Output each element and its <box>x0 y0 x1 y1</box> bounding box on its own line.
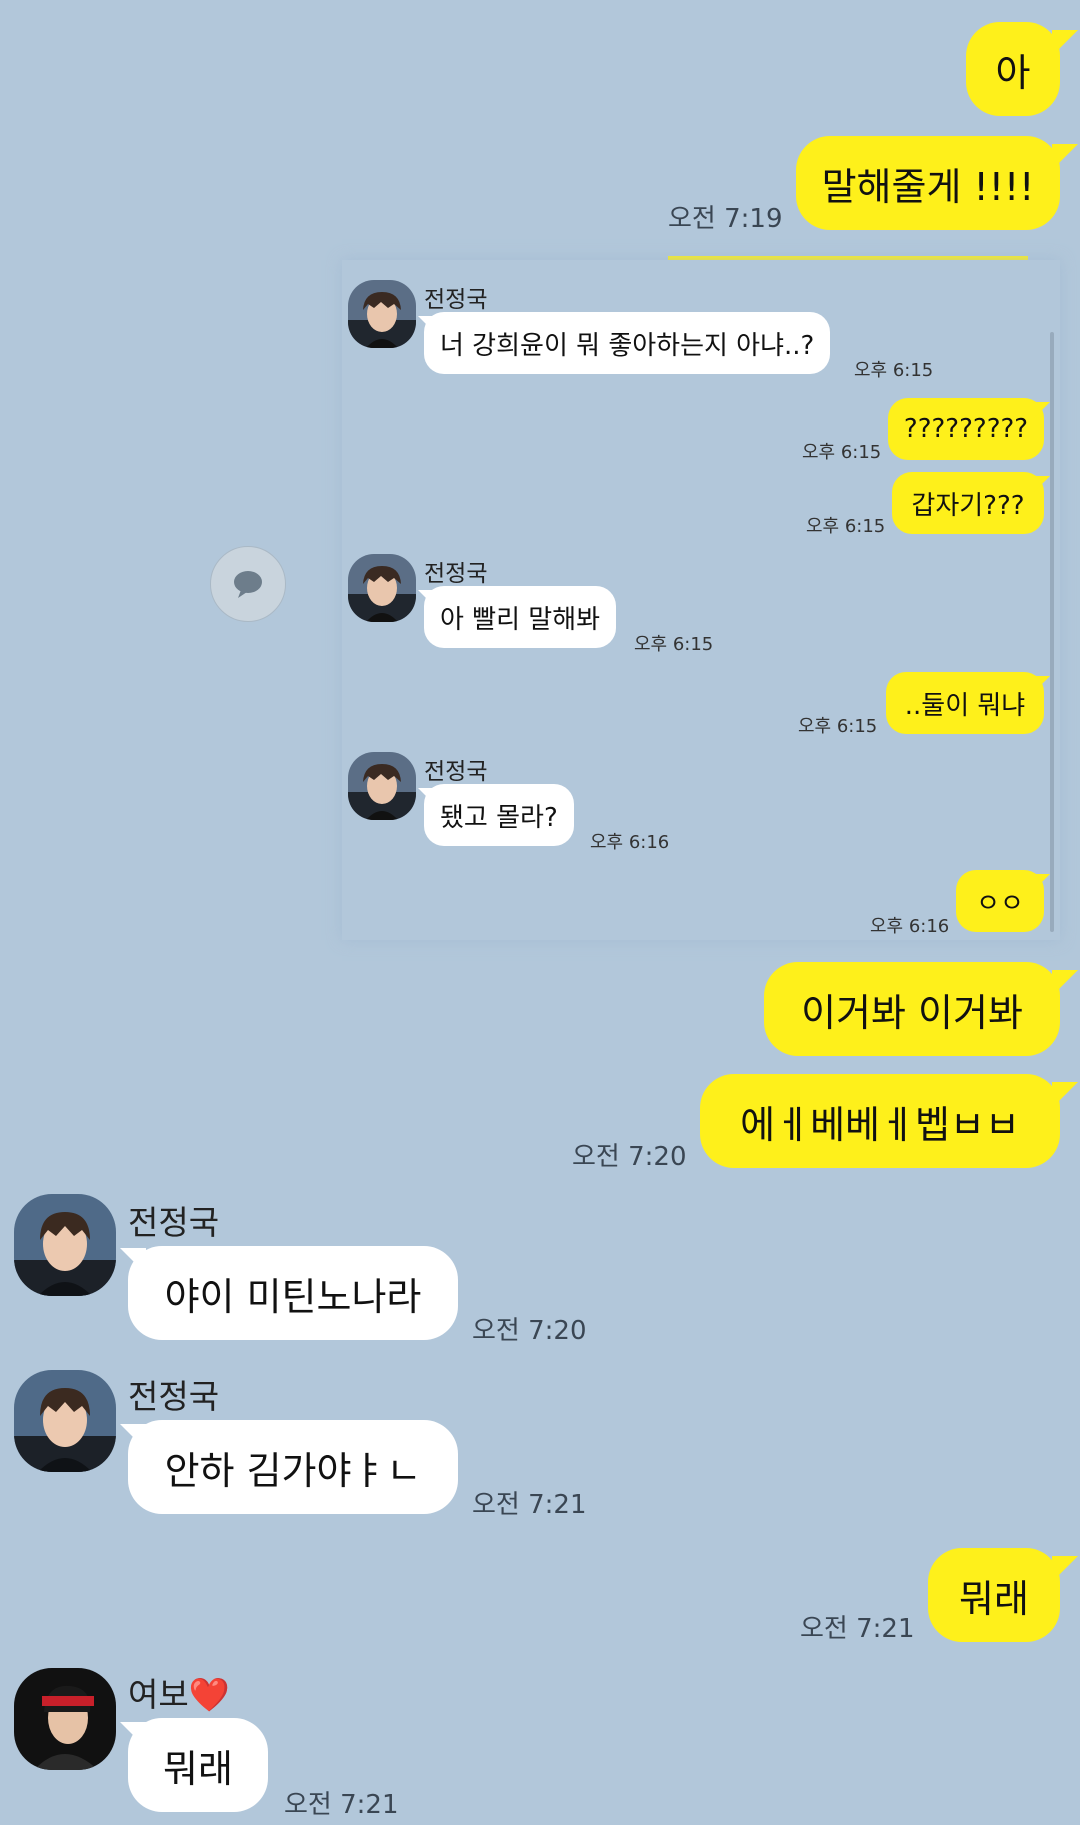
sender-name: 전정국 <box>424 759 488 785</box>
their-message-bubble[interactable]: 야이 미틴노나라 <box>128 1246 458 1340</box>
bubble-tail <box>1052 1556 1078 1582</box>
my-message-bubble[interactable]: ..둘이 뭐냐 <box>886 672 1044 734</box>
message-timestamp: 오후 6:16 <box>590 832 670 853</box>
sender-name: 전정국 <box>424 561 488 587</box>
message-text: 에ㅔ베베ㅔ벱ㅂㅂ <box>740 1102 1020 1147</box>
message-timestamp: 오전 7:20 <box>472 1316 587 1346</box>
my-message-bubble[interactable]: 뭐래 <box>928 1548 1060 1642</box>
sender-name: 전정국 <box>128 1203 220 1242</box>
avatar[interactable] <box>348 280 416 348</box>
speech-bubble-icon <box>234 571 262 598</box>
message-timestamp: 오후 6:15 <box>806 516 886 537</box>
my-message-bubble[interactable]: 말해줄게 !!!! <box>796 136 1060 230</box>
message-timestamp: 오후 6:15 <box>798 716 878 737</box>
message-text: 말해줄게 !!!! <box>821 164 1035 209</box>
message-text: ????????? <box>903 414 1029 444</box>
message-text: 갑자기??? <box>911 490 1025 521</box>
message-timestamp: 오전 7:21 <box>800 1614 915 1644</box>
avatar[interactable] <box>14 1370 116 1472</box>
bubble-tail <box>1034 476 1050 492</box>
bubble-tail <box>1052 144 1078 170</box>
embedded-chat-screenshot[interactable]: 전정국 너 강희윤이 뭐 좋아하는지 아냐..? 오후 6:15 ???????… <box>342 260 1060 940</box>
my-message-bubble[interactable]: ????????? <box>888 398 1044 460</box>
message-timestamp: 오후 6:15 <box>802 442 882 463</box>
message-text: ㅇㅇ <box>976 888 1024 919</box>
message-timestamp: 오후 6:15 <box>634 634 714 655</box>
sender-name: 전정국 <box>424 287 488 313</box>
their-message-bubble[interactable]: 됐고 몰라? <box>424 784 574 846</box>
message-text: 아 <box>995 50 1031 95</box>
inner-scrollbar[interactable] <box>1050 332 1054 932</box>
message-timestamp: 오전 7:19 <box>668 204 783 234</box>
message-timestamp: 오후 6:15 <box>854 360 934 381</box>
message-text: 됐고 몰라? <box>440 802 558 833</box>
sender-name: 전정국 <box>128 1377 220 1416</box>
their-message-bubble[interactable]: 안하 김가야ㅑㄴ <box>128 1420 458 1514</box>
message-text: 뭐래 <box>163 1746 233 1791</box>
my-message-bubble[interactable]: 에ㅔ베베ㅔ벱ㅂㅂ <box>700 1074 1060 1168</box>
bubble-tail <box>1034 676 1050 692</box>
message-text: 너 강희윤이 뭐 좋아하는지 아냐..? <box>440 330 815 361</box>
bubble-tail <box>1052 1082 1078 1108</box>
bubble-tail <box>1052 30 1078 56</box>
bubble-tail <box>1034 874 1050 890</box>
my-message-bubble[interactable]: 이거봐 이거봐 <box>764 962 1060 1056</box>
message-timestamp: 오전 7:20 <box>572 1142 687 1172</box>
my-message-bubble[interactable]: 갑자기??? <box>892 472 1044 534</box>
avatar[interactable] <box>348 554 416 622</box>
message-text: 이거봐 이거봐 <box>801 990 1023 1035</box>
their-message-bubble[interactable]: 아 빨리 말해봐 <box>424 586 617 648</box>
share-button[interactable] <box>210 546 286 622</box>
avatar[interactable] <box>348 752 416 820</box>
message-text: 야이 미틴노나라 <box>164 1274 422 1319</box>
message-text: 아 빨리 말해봐 <box>440 604 601 635</box>
message-text: 뭐래 <box>959 1576 1029 1621</box>
their-message-bubble[interactable]: 너 강희윤이 뭐 좋아하는지 아냐..? <box>424 312 831 374</box>
message-text: 안하 김가야ㅑㄴ <box>164 1448 422 1493</box>
bubble-tail <box>1034 402 1050 418</box>
message-timestamp: 오전 7:21 <box>284 1790 399 1820</box>
my-message-bubble[interactable]: ㅇㅇ <box>956 870 1044 932</box>
avatar[interactable] <box>14 1194 116 1296</box>
my-message-bubble[interactable]: 아 <box>966 22 1060 116</box>
message-timestamp: 오전 7:21 <box>472 1490 587 1520</box>
avatar[interactable] <box>14 1668 116 1770</box>
bubble-tail <box>1052 970 1078 996</box>
their-message-bubble[interactable]: 뭐래 <box>128 1718 268 1812</box>
message-timestamp: 오후 6:16 <box>870 916 950 937</box>
sender-name: 여보❤️ <box>128 1675 230 1714</box>
message-text: ..둘이 뭐냐 <box>904 690 1026 721</box>
